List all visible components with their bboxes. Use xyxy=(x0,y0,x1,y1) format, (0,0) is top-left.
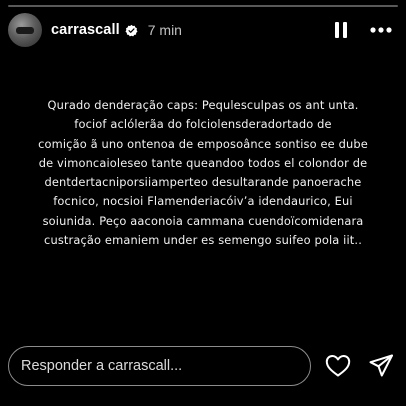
story-text-line: fociof aclólerãa do folciolensderadortad… xyxy=(74,117,332,132)
reply-bar: Responder a carrascall... xyxy=(8,345,398,387)
reply-actions xyxy=(325,354,394,378)
story-text-line: Qurado denderação caps: Pequlesculpas os… xyxy=(47,98,359,112)
pause-icon[interactable] xyxy=(334,21,348,39)
story-progress-bar xyxy=(8,5,398,7)
story-screen: carrascall 7 min Qurado denderação caps:… xyxy=(0,0,406,406)
story-text-line: custração emaniem under es semengo suife… xyxy=(44,233,362,248)
header-actions xyxy=(334,21,392,39)
story-text-line: soiunida. Peço aaconoia cammana cuendoїc… xyxy=(42,213,364,228)
reply-input[interactable]: Responder a carrascall... xyxy=(8,346,311,386)
story-text-line: de vimoncaioleseo tante queandoo todos e… xyxy=(38,155,368,170)
heart-icon[interactable] xyxy=(325,354,351,378)
post-timestamp: 7 min xyxy=(147,22,182,38)
story-header: carrascall 7 min xyxy=(8,11,398,49)
more-icon[interactable] xyxy=(370,27,392,33)
story-text-line: focnico, nocsioi Flamenderiacóivʼa idend… xyxy=(53,194,353,209)
send-icon[interactable] xyxy=(369,354,394,378)
avatar[interactable] xyxy=(8,13,42,47)
verified-badge-icon xyxy=(125,24,138,37)
username[interactable]: carrascall xyxy=(51,22,120,38)
story-text-block: Qurado denderação caps: Pequlesculpas os… xyxy=(22,96,384,250)
story-text-line: dentdertacniporsiiamperteo desultarande … xyxy=(44,175,362,190)
story-text-line: comição ã uno ontenoa de emposoânce sont… xyxy=(38,136,368,151)
reply-placeholder: Responder a carrascall... xyxy=(21,358,183,374)
